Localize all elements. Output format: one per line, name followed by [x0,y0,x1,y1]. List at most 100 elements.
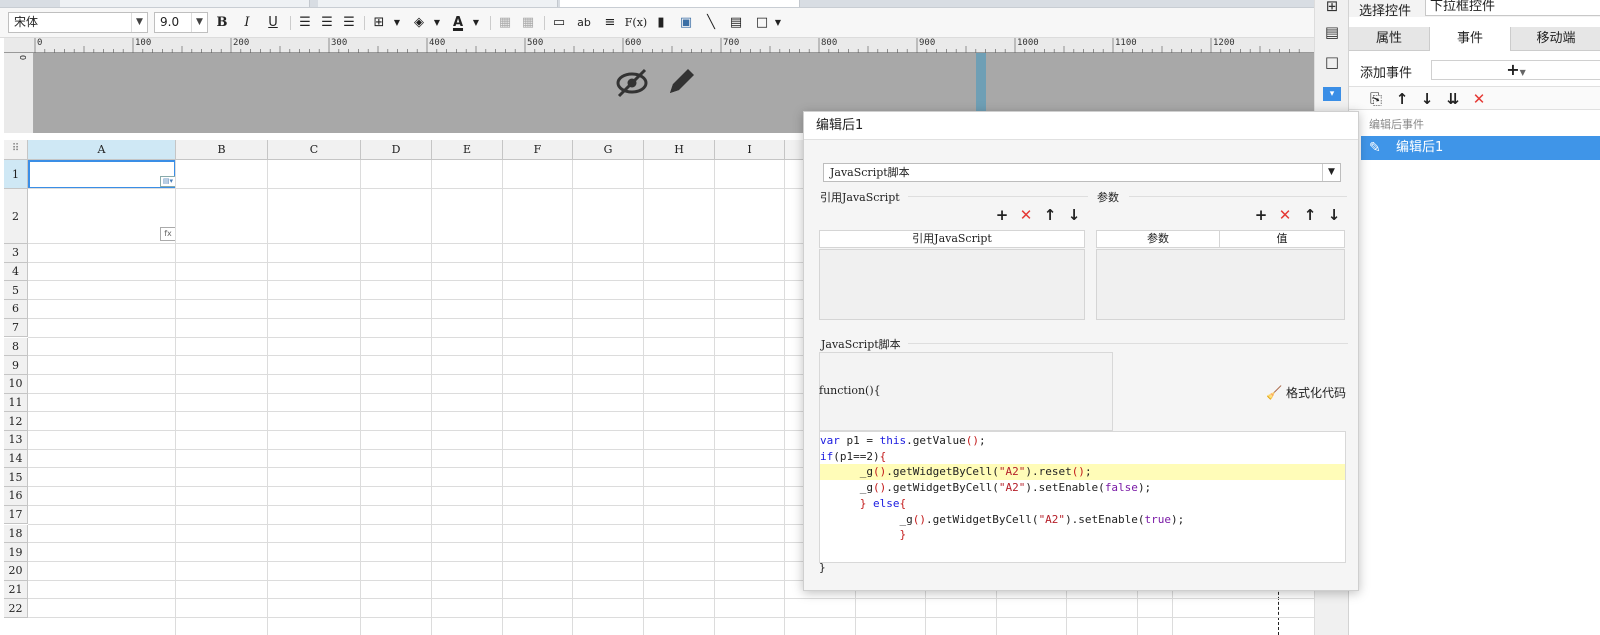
column-header[interactable]: B [176,140,268,160]
row-header[interactable]: 18 [4,524,28,544]
event-type-select[interactable]: JavaScript脚本 ▼ [823,163,1341,182]
italic-button[interactable]: I [237,13,257,33]
bold-button[interactable]: B [212,13,232,33]
underline-button[interactable]: U [263,13,283,33]
row-header[interactable]: 9 [4,356,28,375]
abc-text-button[interactable]: ab [574,13,594,33]
row-header[interactable]: 11 [4,393,28,413]
format-code-button[interactable]: 🧹 格式化代码 [1266,384,1346,401]
column-header[interactable]: A [28,140,176,160]
column-header[interactable]: D [361,140,432,160]
row-header[interactable]: 3 [4,244,28,263]
row-header[interactable]: 7 [4,318,28,338]
row-header[interactable]: 8 [4,337,28,357]
align-left-icon[interactable]: ☰ [295,13,315,33]
selected-cell-a1[interactable] [28,160,176,189]
toolbar-divider [490,16,491,30]
row-header[interactable]: 12 [4,412,28,431]
code-line: var p1 = this.getValue(); [820,434,986,447]
column-header[interactable]: H [644,140,715,160]
ref-js-section-label: 引用JavaScript [820,191,900,204]
chevron-down-icon[interactable]: ▼ [387,13,407,33]
row-header[interactable]: 20 [4,561,28,581]
cell-attributes-icon[interactable]: ⊞ [1322,0,1342,16]
tab-mobile[interactable]: 移动端 [1511,27,1600,51]
delete-ref-js-icon[interactable]: ✕ [1016,206,1036,224]
row-header[interactable]: 13 [4,431,28,450]
merge-icon[interactable]: ▦ [518,13,538,33]
text-field-icon[interactable]: ▭ [549,13,569,33]
widget-select-row: 选择控件 下拉框控件 [1349,0,1600,19]
ref-js-table-body[interactable] [819,249,1085,320]
add-event-button[interactable]: +▼ [1431,60,1600,80]
frame-attributes-icon[interactable]: □ [1322,52,1342,72]
delete-icon[interactable]: ✕ [1468,88,1490,110]
font-family-select[interactable]: 宋体 ▼ [8,12,148,33]
row-header[interactable]: 22 [4,599,28,618]
paragraph-icon[interactable]: ≡ [600,13,620,33]
move-bottom-icon[interactable]: ⇊ [1442,88,1464,110]
column-header[interactable]: I [715,140,785,160]
move-down-icon[interactable]: ↓ [1324,206,1344,224]
add-ref-js-icon[interactable]: + [992,206,1012,224]
document-tab[interactable] [60,0,310,7]
ruler-label: 1200 [1213,38,1235,48]
event-list-item[interactable]: ✎ 编辑后1 [1361,136,1600,160]
row-header[interactable]: 1 [4,160,28,189]
column-header[interactable]: E [432,140,503,160]
align-right-icon[interactable]: ☰ [339,13,359,33]
eye-off-icon[interactable] [614,67,650,99]
move-up-icon[interactable]: ↑ [1391,88,1413,110]
select-all-corner[interactable]: ⠿ [4,140,28,160]
column-header[interactable]: C [268,140,361,160]
add-param-icon[interactable]: + [1251,206,1271,224]
row-header[interactable]: 14 [4,449,28,469]
row-header[interactable]: 19 [4,543,28,562]
tab-events[interactable]: 事件 [1429,27,1511,51]
align-center-icon[interactable]: ☰ [317,13,337,33]
column-header[interactable]: G [573,140,644,160]
slash-icon[interactable]: ╲ [701,13,721,33]
param-table-body[interactable] [1096,249,1345,320]
pencil-icon[interactable] [664,65,698,99]
chart-icon[interactable]: ▮ [651,13,671,33]
row-header[interactable]: 4 [4,262,28,282]
row-header[interactable]: 6 [4,300,28,319]
widget-select[interactable]: 下拉框控件 [1425,0,1600,16]
tab-attributes[interactable]: 属性 [1349,27,1429,51]
chevron-down-icon[interactable]: ▼ [427,13,447,33]
move-up-icon[interactable]: ↑ [1300,206,1320,224]
move-down-icon[interactable]: ↓ [1064,206,1084,224]
border-icon[interactable]: ⊞ [369,13,389,33]
fill-color-icon[interactable]: ◈ [409,13,429,33]
row-header[interactable]: 16 [4,487,28,506]
row-header[interactable]: 10 [4,374,28,394]
freeze-icon[interactable]: ▦ [495,13,515,33]
row-header[interactable]: 15 [4,468,28,488]
grid-column-line [643,160,644,635]
param-column-header: 参数 [1096,230,1220,248]
dropdown-widget-icon[interactable]: ▤▾ [160,176,176,187]
chevron-down-icon[interactable]: ▼ [466,13,486,33]
sub-report-icon[interactable]: ▤ [726,13,746,33]
move-up-icon[interactable]: ↑ [1040,206,1060,224]
font-color-button[interactable]: A [448,13,468,33]
condition-attributes-icon[interactable]: ▤ [1322,22,1342,42]
script-code-editor[interactable]: var p1 = this.getValue(); if(p1==2){ _g()… [819,431,1346,563]
document-tab[interactable] [318,0,558,7]
image-icon[interactable]: ▣ [676,13,696,33]
row-header[interactable]: 17 [4,505,28,525]
chevron-down-icon[interactable]: ▼ [768,13,788,33]
document-tab-active[interactable] [560,0,800,7]
row-header[interactable]: 21 [4,580,28,600]
font-family-value: 宋体 [14,15,39,29]
delete-param-icon[interactable]: ✕ [1275,206,1295,224]
move-down-icon[interactable]: ↓ [1416,88,1438,110]
widget-settings-icon[interactable]: ▾ [1323,87,1341,101]
row-header[interactable]: 5 [4,281,28,301]
column-header[interactable]: F [503,140,573,160]
row-header[interactable]: 2 [4,189,28,244]
font-size-select[interactable]: 9.0 ▼ [154,12,208,33]
copy-icon[interactable]: ⎘ [1365,88,1387,110]
formula-button[interactable]: F(x) [624,13,648,33]
